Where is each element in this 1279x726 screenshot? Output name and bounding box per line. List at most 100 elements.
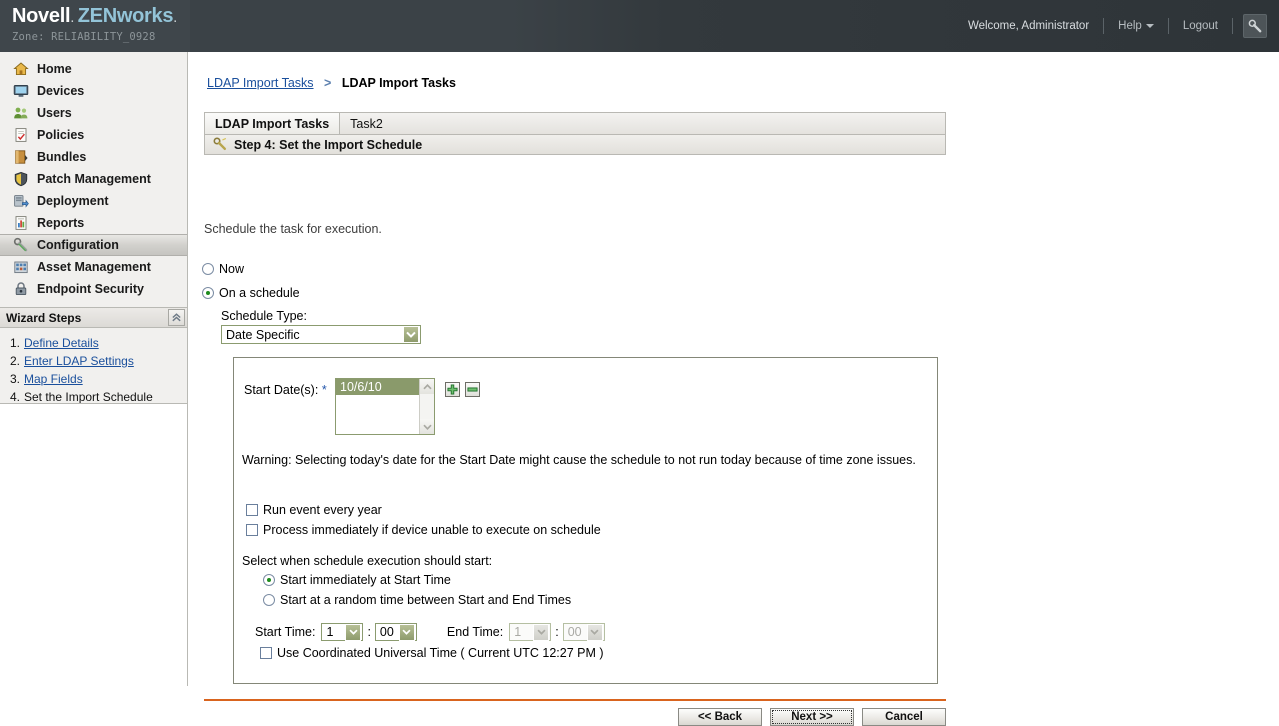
wizard-step-3[interactable]: 3.Map Fields — [10, 370, 187, 388]
execution-prompt: Select when schedule execution should st… — [242, 554, 492, 568]
radio-start-immediately[interactable]: Start immediately at Start Time — [263, 573, 451, 587]
chevron-down-icon — [1146, 24, 1154, 28]
wrench-icon — [213, 137, 228, 152]
radio-start-random-label: Start at a random time between Start and… — [280, 593, 571, 607]
main-content: LDAP Import Tasks > LDAP Import Tasks LD… — [189, 52, 1279, 686]
sidebar-item-reports[interactable]: Reports — [0, 212, 187, 234]
wizard-steps-list: 1.Define Details2.Enter LDAP Settings3.M… — [0, 328, 187, 406]
chevron-down-glyph — [590, 629, 599, 635]
radio-start-random[interactable]: Start at a random time between Start and… — [263, 593, 571, 607]
wizard-step-2[interactable]: 2.Enter LDAP Settings — [10, 352, 187, 370]
add-date-button[interactable] — [445, 382, 460, 397]
checkbox-run-every-year-control[interactable] — [246, 504, 258, 516]
wizard-step-label[interactable]: Define Details — [24, 336, 99, 350]
users-icon — [12, 104, 30, 122]
checkbox-use-utc-control[interactable] — [260, 647, 272, 659]
shield-icon — [12, 170, 30, 188]
header-divider-3 — [1232, 18, 1233, 34]
back-button[interactable]: << Back — [678, 708, 762, 726]
chevron-down-icon[interactable] — [420, 419, 434, 434]
remove-date-button[interactable] — [465, 382, 480, 397]
radio-start-immediately-label: Start immediately at Start Time — [280, 573, 451, 587]
intro-text: Schedule the task for execution. — [204, 222, 382, 236]
list-item[interactable]: 10/6/10 — [336, 379, 419, 395]
sidebar-item-label: Devices — [37, 84, 84, 98]
tab-strip: LDAP Import Tasks Task2 — [204, 112, 946, 134]
checkbox-run-every-year[interactable]: Run event every year — [246, 503, 382, 517]
help-menu[interactable]: Help — [1104, 20, 1168, 32]
lock-icon-glyph — [13, 281, 29, 297]
report-chart-icon-glyph — [13, 215, 29, 231]
chevron-up-glyph — [423, 384, 432, 390]
logout-link[interactable]: Logout — [1169, 20, 1232, 32]
wizard-step-label[interactable]: Enter LDAP Settings — [24, 354, 134, 368]
start-dates-label: Start Date(s): * — [244, 383, 327, 397]
wizard-steps-header: Wizard Steps — [0, 307, 187, 328]
tab-ldap-import-tasks[interactable]: LDAP Import Tasks — [205, 113, 340, 134]
next-button[interactable]: Next >> — [770, 708, 854, 726]
breadcrumb: LDAP Import Tasks > LDAP Import Tasks — [207, 76, 456, 90]
sidebar-item-endpoint-security[interactable]: Endpoint Security — [0, 278, 187, 300]
breadcrumb-parent-link[interactable]: LDAP Import Tasks — [207, 76, 314, 90]
start-hour-select[interactable]: 1 — [321, 623, 363, 641]
sidebar-item-policies[interactable]: Policies — [0, 124, 187, 146]
chevron-double-up-icon[interactable] — [168, 309, 185, 326]
users-icon-glyph — [13, 105, 29, 121]
chevron-down-icon — [533, 624, 549, 641]
radio-on-a-schedule-control[interactable] — [202, 287, 214, 299]
radio-now-control[interactable] — [202, 263, 214, 275]
chevron-down-icon — [587, 624, 603, 641]
step-title-bar: Step 4: Set the Import Schedule — [204, 134, 946, 155]
schedule-type-select[interactable]: Date Specific — [221, 325, 421, 344]
sidebar-item-patch-management[interactable]: Patch Management — [0, 168, 187, 190]
building-icon — [12, 258, 30, 276]
checkbox-process-immediately-label: Process immediately if device unable to … — [263, 523, 601, 537]
brand-dot-2: . — [173, 9, 177, 26]
chevron-down-glyph — [406, 331, 416, 338]
radio-start-random-control[interactable] — [263, 594, 275, 606]
sidebar-item-deployment[interactable]: Deployment — [0, 190, 187, 212]
chevron-down-glyph — [402, 629, 411, 635]
sidebar-nav: Home Devices UsersPoliciesBundlesPatch Man… — [0, 52, 187, 300]
end-time-colon: : — [555, 625, 558, 639]
checkbox-use-utc[interactable]: Use Coordinated Universal Time ( Current… — [260, 646, 604, 660]
sidebar-filler — [0, 403, 187, 686]
start-minute-select[interactable]: 00 — [375, 623, 417, 641]
wrench-icon-glyph — [13, 237, 29, 253]
radio-on-a-schedule[interactable]: On a schedule — [202, 286, 300, 300]
chevron-up-icon[interactable] — [420, 379, 434, 394]
cancel-button[interactable]: Cancel — [862, 708, 946, 726]
checkbox-process-immediately[interactable]: Process immediately if device unable to … — [246, 523, 601, 537]
step-title-text: Step 4: Set the Import Schedule — [234, 138, 422, 152]
listbox-scrollbar[interactable] — [419, 379, 434, 434]
monitor-icon-glyph — [13, 83, 29, 99]
radio-now[interactable]: Now — [202, 262, 244, 276]
radio-start-immediately-control[interactable] — [263, 574, 275, 586]
sidebar-item-label: Home — [37, 62, 72, 76]
sidebar-item-home[interactable]: Home — [0, 58, 187, 80]
start-dates-listbox[interactable]: 10/6/10 — [335, 378, 435, 435]
wizard-button-bar: << Back Next >> Cancel — [204, 708, 946, 726]
sidebar-item-bundles[interactable]: Bundles — [0, 146, 187, 168]
date-specific-panel: Start Date(s): * 10/6/10 — [233, 357, 938, 684]
sidebar-item-users[interactable]: Users — [0, 102, 187, 124]
sidebar-item-label: Asset Management — [37, 260, 151, 274]
chevron-down-icon — [403, 326, 419, 343]
schedule-type-label: Schedule Type: — [221, 309, 307, 323]
wizard-step-1[interactable]: 1.Define Details — [10, 334, 187, 352]
sidebar-item-configuration[interactable]: Configuration — [0, 234, 187, 256]
wizard-step-number: 1. — [10, 334, 24, 352]
sidebar-item-label: Configuration — [37, 238, 119, 252]
brand-novell: Novell — [12, 5, 70, 27]
sidebar-item-devices[interactable]: Devices — [0, 80, 187, 102]
chevron-down-glyph — [537, 629, 546, 635]
wizard-step-label[interactable]: Map Fields — [24, 372, 83, 386]
home-icon-glyph — [13, 61, 29, 77]
wrench-icon[interactable] — [1243, 14, 1267, 38]
breadcrumb-current: LDAP Import Tasks — [342, 76, 456, 90]
sidebar-item-asset-management[interactable]: Asset Management — [0, 256, 187, 278]
chevron-down-glyph — [423, 424, 432, 430]
checkbox-process-immediately-control[interactable] — [246, 524, 258, 536]
sidebar-item-label: Reports — [37, 216, 84, 230]
start-dates-options: 10/6/10 — [336, 379, 419, 434]
